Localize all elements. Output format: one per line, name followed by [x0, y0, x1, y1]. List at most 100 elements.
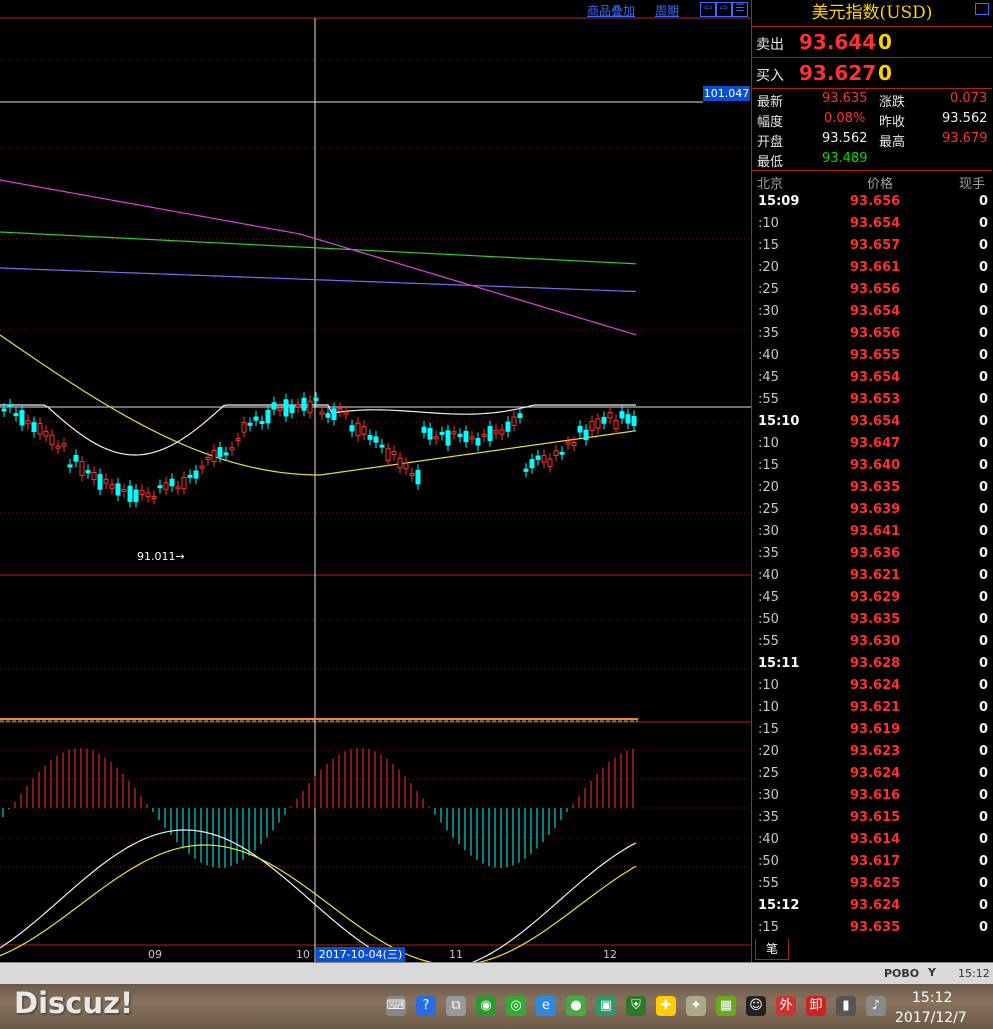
candle-body	[355, 422, 361, 437]
game-icon[interactable]: ✚	[656, 996, 676, 1016]
tick-row: :40 93.621 0	[752, 565, 992, 587]
tick-row: :40 93.614 0	[752, 829, 992, 851]
candle-body	[607, 412, 613, 419]
tick-volume: 0	[978, 282, 988, 297]
candle-body	[295, 404, 301, 408]
waibao-icon[interactable]: 外	[776, 996, 796, 1016]
tick-volume: 0	[978, 722, 988, 737]
shield-icon[interactable]: ⛨	[626, 996, 646, 1016]
tick-volume: 0	[978, 678, 988, 693]
tick-time: :15	[758, 722, 779, 737]
tick-price: 93.614	[850, 832, 901, 847]
candle-body	[115, 483, 121, 496]
candle-body	[433, 436, 439, 440]
tick-volume: 0	[978, 634, 988, 649]
tick-volume: 0	[978, 590, 988, 605]
tick-price: 93.636	[850, 546, 901, 561]
candle-body	[595, 418, 601, 429]
candle-body	[601, 416, 607, 424]
candle-body	[517, 413, 523, 418]
tick-row: :20 93.661 0	[752, 257, 992, 279]
wifi-app-icon[interactable]: ◉	[476, 996, 496, 1016]
tick-row: :10 93.624 0	[752, 675, 992, 697]
china-icon[interactable]: 卸	[806, 996, 826, 1016]
high-value: 93.679	[942, 131, 988, 146]
high-label: 最高	[879, 135, 906, 150]
tick-price: 93.654	[850, 216, 901, 231]
clock-date[interactable]: 2017/12/7	[895, 1010, 967, 1026]
ticks-header: 北京 价格 现手	[752, 170, 992, 192]
window-icon[interactable]: ⧉	[446, 996, 466, 1016]
sell-volume: 0	[878, 30, 892, 54]
tick-row: :35 93.636 0	[752, 543, 992, 565]
tick-row: :30 93.641 0	[752, 521, 992, 543]
tick-price: 93.621	[850, 568, 901, 583]
tick-price: 93.657	[850, 238, 901, 253]
candle-body	[541, 455, 547, 463]
low-point-label: 91.011→	[137, 550, 185, 563]
tick-price: 93.656	[850, 326, 901, 341]
candle-body	[205, 456, 211, 460]
nav-right-button[interactable]: ⇨	[716, 2, 732, 17]
candle-body	[535, 455, 541, 460]
ticks-header-volume: 现手	[959, 177, 986, 192]
keyboard-icon[interactable]: ⌨	[386, 996, 406, 1016]
tick-price: 93.654	[850, 304, 901, 319]
tick-row: :55 93.630 0	[752, 631, 992, 653]
tools-icon[interactable]: ✦	[686, 996, 706, 1016]
latest-value: 93.635	[822, 91, 868, 106]
candle-body	[589, 420, 595, 431]
tick-row: :20 93.623 0	[752, 741, 992, 763]
x-axis-label: 11	[449, 948, 463, 961]
tick-price: 93.639	[850, 502, 901, 517]
ma-green-line	[0, 231, 637, 265]
nav-menu-button[interactable]: ☰	[732, 2, 748, 17]
tick-row: :25 93.639 0	[752, 499, 992, 521]
candle-body	[277, 407, 283, 412]
period-link[interactable]: 周期	[655, 2, 679, 19]
nav-left-button[interactable]: ⇦	[700, 2, 716, 17]
chart-pane[interactable]: 商品叠加 周期 ⇦ ⇨ ☰ 101.047 91.011→ 09 10 11 1…	[0, 0, 751, 962]
candle-body	[73, 454, 79, 462]
browser-icon[interactable]: e	[536, 996, 556, 1016]
candle-body	[499, 429, 505, 435]
clock-time[interactable]: 15:12	[912, 990, 952, 1006]
tick-price: 93.640	[850, 458, 901, 473]
tick-row: :25 93.624 0	[752, 763, 992, 785]
signal-icon[interactable]: ▮	[836, 996, 856, 1016]
candle-body	[103, 478, 109, 484]
tick-volume: 0	[978, 876, 988, 891]
tick-price: 93.621	[850, 700, 901, 715]
tick-time: :55	[758, 876, 779, 891]
ball-icon[interactable]: ●	[566, 996, 586, 1016]
tick-row: 15:12 93.624 0	[752, 895, 992, 917]
status-bar: POBO 𝗬 15:12	[0, 962, 993, 985]
candle-body	[547, 458, 553, 467]
tick-time: :55	[758, 634, 779, 649]
tick-row: :30 93.654 0	[752, 301, 992, 323]
tick-time: :25	[758, 766, 779, 781]
nvidia-icon[interactable]: ▦	[716, 996, 736, 1016]
maximize-icon[interactable]	[975, 3, 989, 15]
tick-volume: 0	[978, 920, 988, 935]
tick-volume: 0	[978, 304, 988, 319]
tick-row: :25 93.656 0	[752, 279, 992, 301]
wechat-icon[interactable]: ◎	[506, 996, 526, 1016]
candle-body	[265, 409, 271, 424]
overlay-link[interactable]: 商品叠加	[587, 2, 635, 19]
candle-body	[313, 397, 319, 401]
tick-volume: 0	[978, 898, 988, 913]
tab-ticks[interactable]: 笔	[755, 939, 789, 960]
tick-time: :55	[758, 392, 779, 407]
candle-body	[91, 472, 97, 481]
price-chart[interactable]	[0, 0, 751, 962]
candle-body	[223, 452, 229, 456]
candle-body	[283, 399, 289, 417]
volume-icon[interactable]: ♪	[866, 996, 886, 1016]
tick-time: :50	[758, 854, 779, 869]
qq-icon[interactable]: ☺	[746, 996, 766, 1016]
tick-volume: 0	[978, 326, 988, 341]
app-icon[interactable]: ▣	[596, 996, 616, 1016]
help-icon[interactable]: ?	[416, 996, 436, 1016]
buy-volume: 0	[878, 61, 892, 85]
